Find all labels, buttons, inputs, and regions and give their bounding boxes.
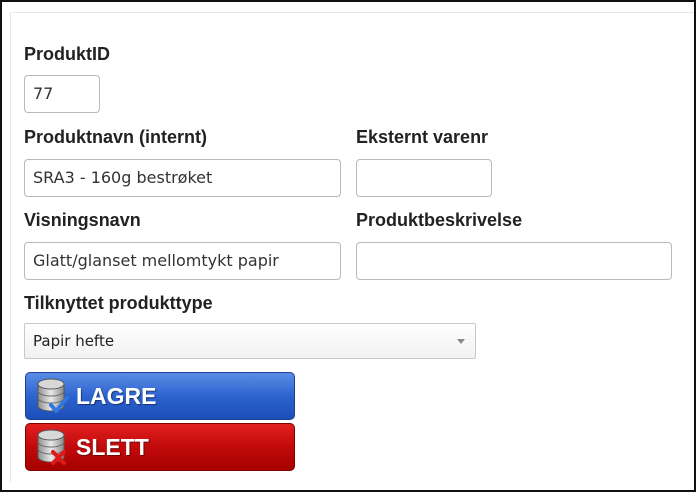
produkttype-label: Tilknyttet produkttype bbox=[24, 293, 213, 313]
eksternt-varenr-label: Eksternt varenr bbox=[356, 127, 489, 147]
produkttype-selected-value: Papir hefte bbox=[33, 332, 115, 350]
chevron-down-icon[interactable] bbox=[457, 339, 465, 344]
produkttype-select[interactable]: Papir hefte bbox=[24, 323, 476, 359]
visningsnavn-label: Visningsnavn bbox=[24, 210, 141, 230]
database-check-icon bbox=[37, 378, 69, 413]
delete-button-label: SLETT bbox=[76, 433, 149, 460]
produktnavn-label: Produktnavn (internt) bbox=[24, 127, 207, 147]
produkt-id-label: ProduktID bbox=[24, 44, 111, 64]
eksternt-varenr-field[interactable] bbox=[356, 159, 492, 197]
database-x-icon bbox=[37, 429, 66, 465]
delete-button[interactable]: SLETT bbox=[25, 423, 295, 471]
produkt-id-field[interactable]: 77 bbox=[24, 75, 100, 113]
visningsnavn-field[interactable]: Glatt/glanset mellomtykt papir bbox=[24, 242, 341, 280]
save-button-label: LAGRE bbox=[76, 382, 157, 409]
form-panel: ProduktID 77 Produktnavn (internt) SRA3 … bbox=[0, 0, 696, 492]
panel-left-border bbox=[10, 12, 11, 482]
panel-top-border bbox=[12, 12, 694, 13]
produktbeskrivelse-field[interactable] bbox=[356, 242, 672, 280]
produktbeskrivelse-label: Produktbeskrivelse bbox=[356, 210, 523, 230]
produktnavn-field[interactable]: SRA3 - 160g bestrøket bbox=[24, 159, 341, 197]
save-button[interactable]: LAGRE bbox=[25, 372, 295, 420]
